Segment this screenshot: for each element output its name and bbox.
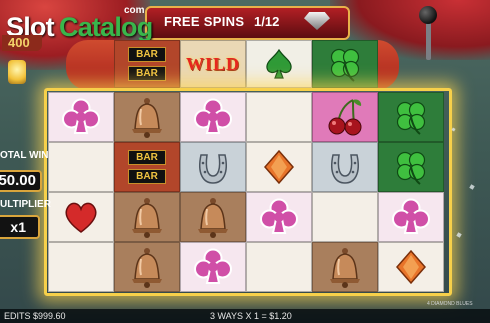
reel-cell-blank [48, 242, 114, 292]
win-ways-display: 3 WAYS X 1 = $1.20 [210, 311, 292, 321]
reel-cell-club-symbol [48, 92, 114, 142]
reel-cell-horseshoe-symbol [180, 142, 246, 192]
reel-grid: BAR BAR [44, 88, 452, 296]
game-title: 4 DIAMOND BLUES [427, 301, 473, 307]
sparkle [451, 127, 456, 132]
sparkle [469, 184, 475, 190]
top-cell-spade-symbol [246, 40, 312, 88]
reel-cell-bell-symbol [114, 92, 180, 142]
bar-symbol-text: BAR [128, 47, 166, 62]
reel-cell-clover-symbol [378, 142, 444, 192]
reel-cell-bell-symbol [312, 242, 378, 292]
bar-symbol-text: BAR [128, 150, 166, 165]
reel-cell-bell-symbol [114, 192, 180, 242]
game-badge-text: 400 [8, 35, 30, 50]
reel-cell-bell-symbol [114, 242, 180, 292]
lamp-icon [8, 60, 26, 84]
bar-symbol-text: BAR [128, 169, 166, 184]
reel-cell-club-symbol [378, 192, 444, 242]
free-spins-counter: 1/12 [254, 14, 280, 29]
reel-cell-blank [246, 242, 312, 292]
reel-cell-double-bar-symbol: BAR BAR [114, 142, 180, 192]
top-cell-wild-symbol: WILD [180, 40, 246, 88]
reel-cell-horseshoe-symbol [312, 142, 378, 192]
multiplier-label: ULTIPLIER [0, 199, 51, 210]
balance-display: EDITS $999.60 [4, 311, 66, 321]
reel-cell-club-symbol [246, 192, 312, 242]
reel-cell-club-symbol [180, 92, 246, 142]
bar-symbol-text: BAR [128, 66, 166, 81]
reel-cell-club-symbol [180, 242, 246, 292]
reel-cell-clover-symbol [378, 92, 444, 142]
logo-text-catalog: Catalog [59, 12, 153, 42]
reel-cell-diamond-symbol [246, 142, 312, 192]
reel-cell-bell-symbol [180, 192, 246, 242]
top-cell-clover-symbol [312, 40, 378, 88]
reel-cell-heart-symbol [48, 192, 114, 242]
reel-cell-blank [246, 92, 312, 142]
logo-text-com: com [124, 5, 145, 16]
multiplier-value: x1 [0, 215, 40, 239]
wild-symbol-text: WILD [185, 53, 240, 74]
reel-cell-diamond-symbol [378, 242, 444, 292]
reel-cell-blank [48, 142, 114, 192]
free-spins-label: FREE SPINS [164, 14, 245, 29]
total-win-value: 50.00 [0, 170, 42, 192]
reel-cell-blank [312, 192, 378, 242]
sparkle [456, 232, 462, 238]
reel-cell-cherry-symbol [312, 92, 378, 142]
top-cell-double-bar-symbol: BAR BAR [114, 40, 180, 88]
total-win-label: OTAL WIN [0, 150, 49, 161]
lever-knob [419, 6, 437, 24]
